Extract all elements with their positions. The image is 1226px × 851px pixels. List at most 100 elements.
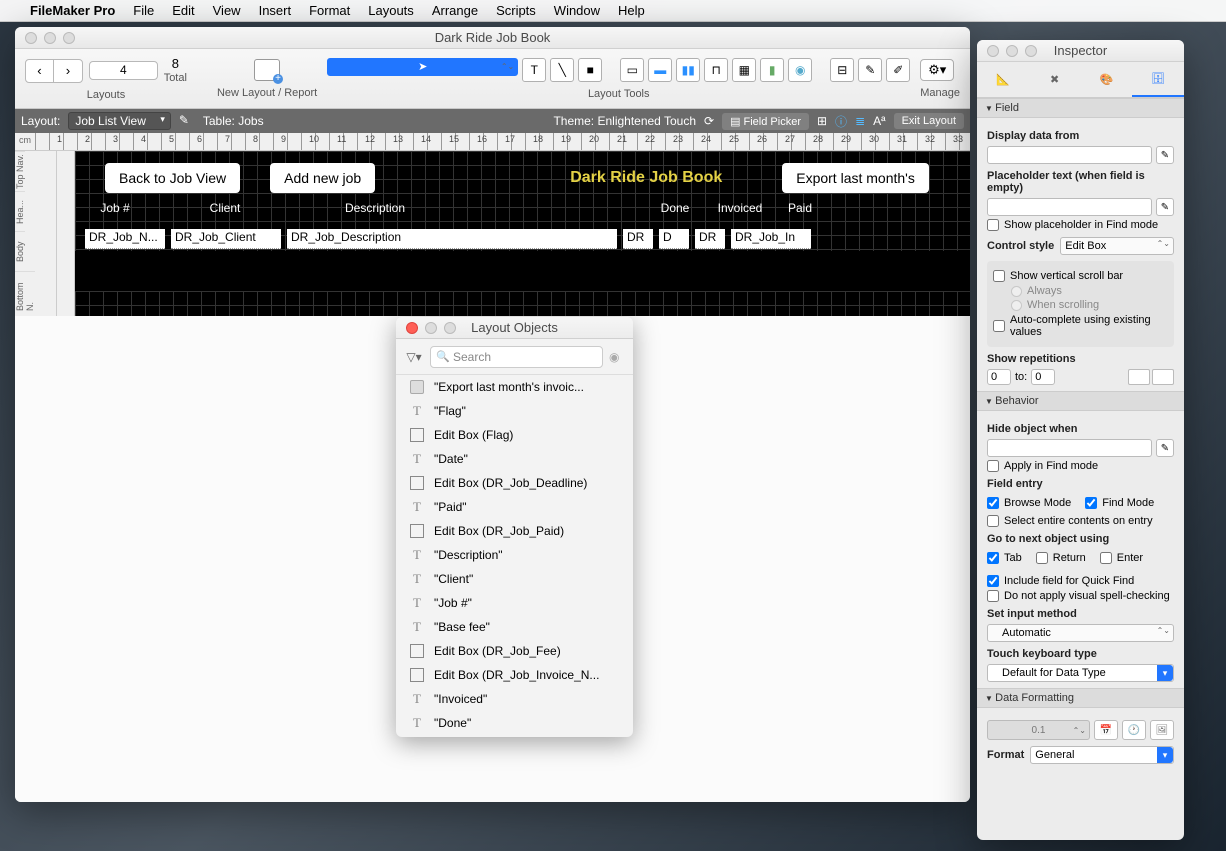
reps-to-input[interactable] xyxy=(1031,369,1055,385)
menu-layouts[interactable]: Layouts xyxy=(368,3,414,18)
edit-layout-icon[interactable]: ✎ xyxy=(179,113,195,129)
section-field-header[interactable]: Field xyxy=(977,98,1184,118)
aa-icon[interactable]: Aª xyxy=(873,114,885,128)
nospellcheck-checkbox[interactable] xyxy=(987,590,999,602)
tab-tool-icon[interactable]: ⊓ xyxy=(704,58,728,82)
select-entire-checkbox[interactable] xyxy=(987,515,999,527)
format-painter-icon[interactable]: ✎ xyxy=(858,58,882,82)
enter-checkbox[interactable] xyxy=(1100,552,1112,564)
vscroll-when-radio[interactable] xyxy=(1011,300,1022,311)
fld-5[interactable]: DR xyxy=(695,229,725,249)
touch-keyboard-select[interactable]: Default for Data Type xyxy=(987,664,1174,682)
portal-tool-icon[interactable]: ▦ xyxy=(732,58,756,82)
show-placeholder-find-checkbox[interactable] xyxy=(987,219,999,231)
pencil-icon[interactable]: ✎ xyxy=(1156,146,1174,164)
rect-tool-icon[interactable]: ■ xyxy=(578,58,602,82)
menu-edit[interactable]: Edit xyxy=(172,3,194,18)
canvas-export-button[interactable]: Export last month's xyxy=(782,163,929,193)
objects-search-input[interactable]: Search xyxy=(430,346,603,368)
field-picker-button[interactable]: ▤ Field Picker xyxy=(722,113,809,130)
layout-number[interactable]: 4 xyxy=(89,61,158,79)
field-tool-icon[interactable]: ▭ xyxy=(620,58,644,82)
find-mode-checkbox[interactable] xyxy=(1085,497,1097,509)
visibility-icon[interactable]: ◉ xyxy=(609,350,625,364)
part-body[interactable]: Body xyxy=(15,231,25,271)
placeholder-input[interactable] xyxy=(987,198,1152,216)
browse-mode-checkbox[interactable] xyxy=(987,497,999,509)
menu-format[interactable]: Format xyxy=(309,3,350,18)
fld-client[interactable]: DR_Job_Client xyxy=(171,229,281,249)
section-behavior-header[interactable]: Behavior xyxy=(977,391,1184,411)
buttonbar-tool-icon[interactable]: ▮▮ xyxy=(676,58,700,82)
menu-arrange[interactable]: Arrange xyxy=(432,3,478,18)
object-list-item[interactable]: T"Base fee" xyxy=(396,615,633,639)
filter-icon[interactable]: ▽▾ xyxy=(404,350,424,364)
part-tool-icon[interactable]: ⊟ xyxy=(830,58,854,82)
object-list-item[interactable]: Edit Box (DR_Job_Fee) xyxy=(396,639,633,663)
apply-find-checkbox[interactable] xyxy=(987,460,999,472)
menu-file[interactable]: File xyxy=(133,3,154,18)
inspector-tab-styles[interactable]: ✖︎ xyxy=(1029,62,1081,97)
layout-canvas[interactable]: Back to Job View Add new job Dark Ride J… xyxy=(75,151,970,316)
menu-view[interactable]: View xyxy=(213,3,241,18)
next-layout-button[interactable]: › xyxy=(54,60,82,82)
layout-selector[interactable]: Job List View xyxy=(68,112,170,130)
eyedropper-icon[interactable]: ✐ xyxy=(886,58,910,82)
reps-vertical-icon[interactable] xyxy=(1128,369,1150,385)
text-tool-icon[interactable]: T xyxy=(522,58,546,82)
part-bottom-nav[interactable]: Bottom N. xyxy=(15,271,35,311)
input-method-select[interactable]: Automatic xyxy=(987,624,1174,642)
control-style-select[interactable]: Edit Box xyxy=(1060,237,1174,255)
tab-checkbox[interactable] xyxy=(987,552,999,564)
object-list-item[interactable]: T"Flag" xyxy=(396,399,633,423)
quickfind-checkbox[interactable] xyxy=(987,575,999,587)
fld-done[interactable]: DR xyxy=(623,229,653,249)
part-header[interactable]: Hea... xyxy=(15,191,25,231)
menu-window[interactable]: Window xyxy=(554,3,600,18)
object-list-item[interactable]: T"Invoiced" xyxy=(396,687,633,711)
object-list-item[interactable]: T"Paid" xyxy=(396,495,633,519)
prev-layout-button[interactable]: ‹ xyxy=(26,60,54,82)
menu-help[interactable]: Help xyxy=(618,3,645,18)
pencil-icon-3[interactable]: ✎ xyxy=(1156,439,1174,457)
fmt-date-icon[interactable]: 📅 xyxy=(1094,720,1118,740)
reps-from-input[interactable] xyxy=(987,369,1011,385)
line-tool-icon[interactable]: ╲ xyxy=(550,58,574,82)
section-dataformat-header[interactable]: Data Formatting xyxy=(977,688,1184,708)
return-checkbox[interactable] xyxy=(1036,552,1048,564)
fld-jobno[interactable]: DR_Job_N... xyxy=(85,229,165,249)
layout-nav-buttons[interactable]: ‹ › xyxy=(25,59,83,83)
object-list-item[interactable]: T"Client" xyxy=(396,567,633,591)
object-list-item[interactable]: T"Date" xyxy=(396,447,633,471)
align-grid-icon[interactable]: ⊞ xyxy=(817,114,827,128)
theme-change-icon[interactable]: ⟳ xyxy=(704,114,714,128)
object-list-item[interactable]: T"Description" xyxy=(396,543,633,567)
object-list-item[interactable]: Edit Box (Flag) xyxy=(396,423,633,447)
menubar-app[interactable]: FileMaker Pro xyxy=(30,3,115,18)
object-list-item[interactable]: "Export last month's invoic... xyxy=(396,375,633,399)
theme-label[interactable]: Theme: Enlightened Touch xyxy=(553,114,696,128)
info-icon[interactable]: ⓘ xyxy=(835,113,847,130)
manage-button[interactable]: ⚙︎▾ xyxy=(920,59,954,81)
webviewer-tool-icon[interactable]: ◉ xyxy=(788,58,812,82)
object-list-item[interactable]: T"Done" xyxy=(396,711,633,735)
fmt-container-icon[interactable]: 🖼 xyxy=(1150,720,1174,740)
menu-scripts[interactable]: Scripts xyxy=(496,3,536,18)
vscroll-always-radio[interactable] xyxy=(1011,286,1022,297)
object-list-item[interactable]: Edit Box (DR_Job_Invoice_N... xyxy=(396,663,633,687)
fld-invoice[interactable]: DR_Job_In xyxy=(731,229,811,249)
button-tool-icon[interactable]: ▬ xyxy=(648,58,672,82)
inspector-tab-appearance[interactable]: 🎨 xyxy=(1081,62,1133,97)
autocomplete-checkbox[interactable] xyxy=(993,320,1005,332)
part-top-nav[interactable]: Top Nav. xyxy=(15,151,25,191)
object-list-item[interactable]: T"Job #" xyxy=(396,591,633,615)
fmt-time-icon[interactable]: 🕐 xyxy=(1122,720,1146,740)
format-select[interactable]: General xyxy=(1030,746,1174,764)
canvas-add-button[interactable]: Add new job xyxy=(270,163,375,193)
hide-when-input[interactable] xyxy=(987,439,1152,457)
chart-tool-icon[interactable]: ▮ xyxy=(760,58,784,82)
display-data-input[interactable] xyxy=(987,146,1152,164)
inspector-tab-data[interactable]: 🗄 xyxy=(1132,62,1184,97)
fld-4[interactable]: D xyxy=(659,229,689,249)
exit-layout-button[interactable]: Exit Layout xyxy=(894,113,964,129)
